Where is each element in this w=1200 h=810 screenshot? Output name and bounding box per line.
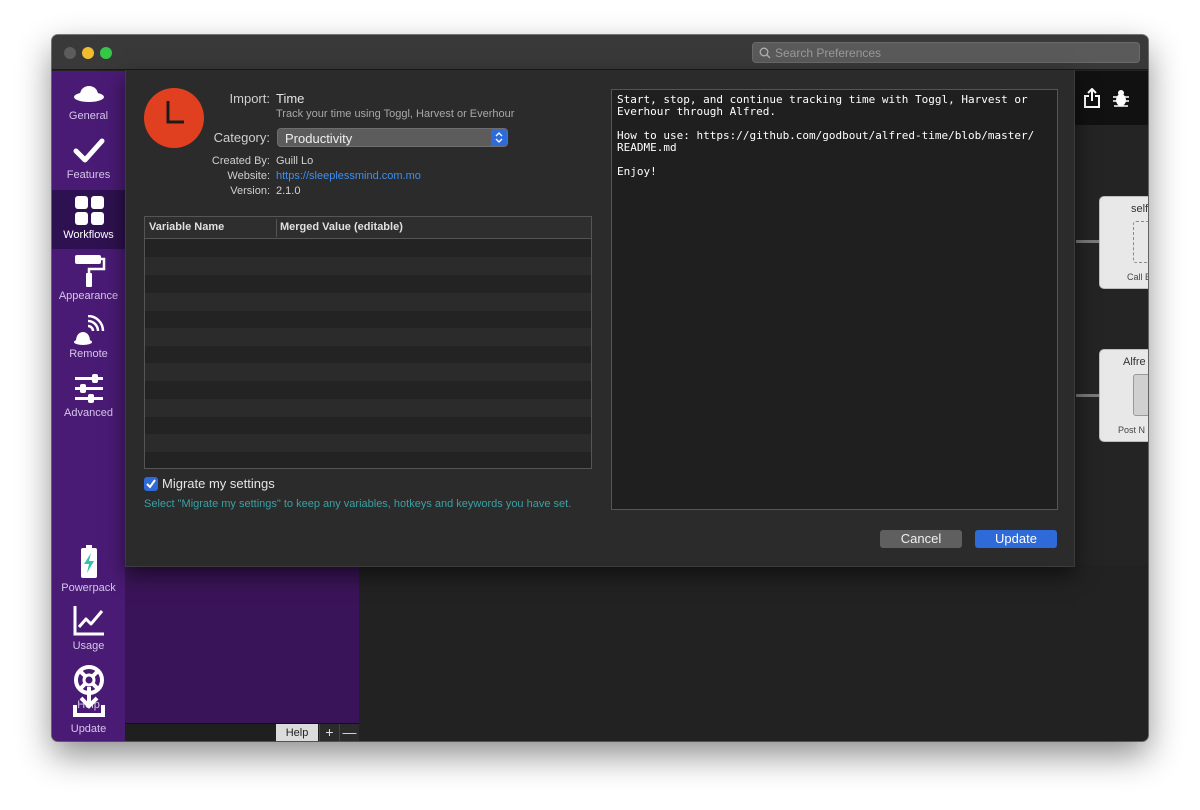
workflow-node[interactable]: self Call E — [1099, 196, 1148, 289]
version-value: 2.1.0 — [276, 185, 301, 197]
canvas-header — [1074, 71, 1148, 125]
sidebar-label-powerpack: Powerpack — [61, 582, 116, 594]
website-link[interactable]: https://sleeplessmind.com.mo — [276, 170, 421, 182]
add-workflow-button[interactable]: + — [319, 724, 339, 741]
node-icon — [1133, 221, 1148, 263]
sidebar-label-advanced: Advanced — [64, 407, 113, 419]
chart-line-icon — [73, 606, 104, 636]
help-button[interactable]: Help — [276, 724, 318, 741]
workflow-list[interactable] — [125, 565, 359, 723]
sidebar-item-workflows[interactable]: Workflows — [52, 190, 125, 249]
sidebar-item-powerpack[interactable]: Powerpack — [52, 539, 125, 598]
sidebar-item-advanced[interactable]: Advanced — [52, 368, 125, 427]
sliders-icon — [74, 374, 103, 403]
version-label: Version: — [230, 185, 270, 197]
sidebar-label-workflows: Workflows — [63, 229, 114, 241]
update-button[interactable]: Update — [975, 530, 1057, 548]
bug-icon[interactable] — [1112, 88, 1130, 108]
search-input[interactable]: Search Preferences — [752, 42, 1140, 63]
category-label: Category: — [213, 130, 270, 145]
import-workflow-sheet: Import: Time Track your time using Toggl… — [125, 70, 1075, 567]
node-connector — [1076, 240, 1100, 243]
node-connector — [1076, 394, 1100, 397]
workflow-name: Time — [276, 91, 305, 106]
paint-roller-icon — [74, 255, 105, 287]
category-select[interactable]: Productivity — [277, 128, 508, 147]
created-by-label: Created By: — [211, 155, 270, 167]
sidebar-item-remote[interactable]: Remote — [52, 309, 125, 368]
variables-table[interactable]: Variable Name Merged Value (editable) — [144, 216, 592, 469]
migrate-settings-hint: Select "Migrate my settings" to keep any… — [144, 498, 572, 510]
titlebar: Search Preferences — [52, 35, 1148, 70]
sidebar-label-appearance: Appearance — [58, 290, 119, 302]
readme-textview[interactable]: Start, stop, and continue tracking time … — [611, 89, 1058, 510]
battery-bolt-icon — [80, 545, 97, 578]
node-subtitle: Post N — [1118, 425, 1146, 435]
workflow-node[interactable]: Alfre Post N — [1099, 349, 1148, 442]
migrate-settings-label[interactable]: Migrate my settings — [162, 476, 275, 491]
maximize-window-button[interactable] — [100, 47, 112, 59]
close-window-button[interactable] — [64, 47, 76, 59]
sidebar-label-update: Update — [70, 723, 107, 735]
website-label: Website: — [227, 170, 270, 182]
node-subtitle: Call E — [1127, 272, 1148, 282]
search-placeholder: Search Preferences — [775, 46, 882, 60]
column-header-variable-name[interactable]: Variable Name — [149, 221, 224, 233]
workflow-canvas[interactable] — [359, 565, 1148, 741]
minimize-window-button[interactable] — [82, 47, 94, 59]
sidebar-label-remote: Remote — [69, 348, 108, 360]
sidebar-item-features[interactable]: Features — [52, 130, 125, 189]
remove-workflow-button[interactable]: — — [339, 724, 359, 741]
share-icon[interactable] — [1084, 88, 1100, 108]
created-by-value: Guill Lo — [276, 155, 314, 167]
sidebar-item-general[interactable]: General — [52, 71, 125, 130]
cancel-button[interactable]: Cancel — [880, 530, 962, 548]
workflow-description: Track your time using Toggl, Harvest or … — [276, 108, 515, 120]
checkmark-icon — [146, 479, 156, 489]
table-row — [145, 257, 591, 275]
sidebar: General Features Workflows Appearance Re… — [52, 71, 125, 741]
import-label: Import: — [229, 91, 270, 106]
download-icon — [73, 687, 105, 717]
migrate-settings-checkbox[interactable] — [144, 477, 158, 491]
table-row — [145, 434, 591, 452]
sidebar-label-usage: Usage — [72, 640, 105, 652]
node-title: Alfre — [1123, 356, 1146, 368]
column-header-merged-value[interactable]: Merged Value (editable) — [280, 221, 403, 233]
search-icon — [759, 47, 771, 59]
grid-icon — [74, 196, 104, 225]
sidebar-item-appearance[interactable]: Appearance — [52, 249, 125, 308]
node-title: self — [1131, 203, 1148, 215]
preferences-window: Search Preferences General Features Work — [52, 35, 1148, 741]
table-row — [145, 363, 591, 381]
remote-signal-icon — [73, 315, 104, 345]
chevron-up-down-icon — [491, 129, 507, 146]
workflow-list-toolbar: Help + — — [125, 723, 359, 741]
checkmark-icon — [73, 138, 104, 163]
sidebar-label-features: Features — [66, 169, 111, 181]
table-row — [145, 399, 591, 417]
sidebar-label-general: General — [68, 110, 109, 122]
table-row — [145, 328, 591, 346]
table-header: Variable Name Merged Value (editable) — [145, 217, 591, 239]
hat-icon — [73, 86, 104, 102]
table-row — [145, 293, 591, 311]
sidebar-item-update[interactable]: Update — [52, 717, 125, 741]
node-icon — [1133, 374, 1148, 416]
category-value: Productivity — [285, 131, 353, 146]
sidebar-item-usage[interactable]: Usage — [52, 599, 125, 658]
